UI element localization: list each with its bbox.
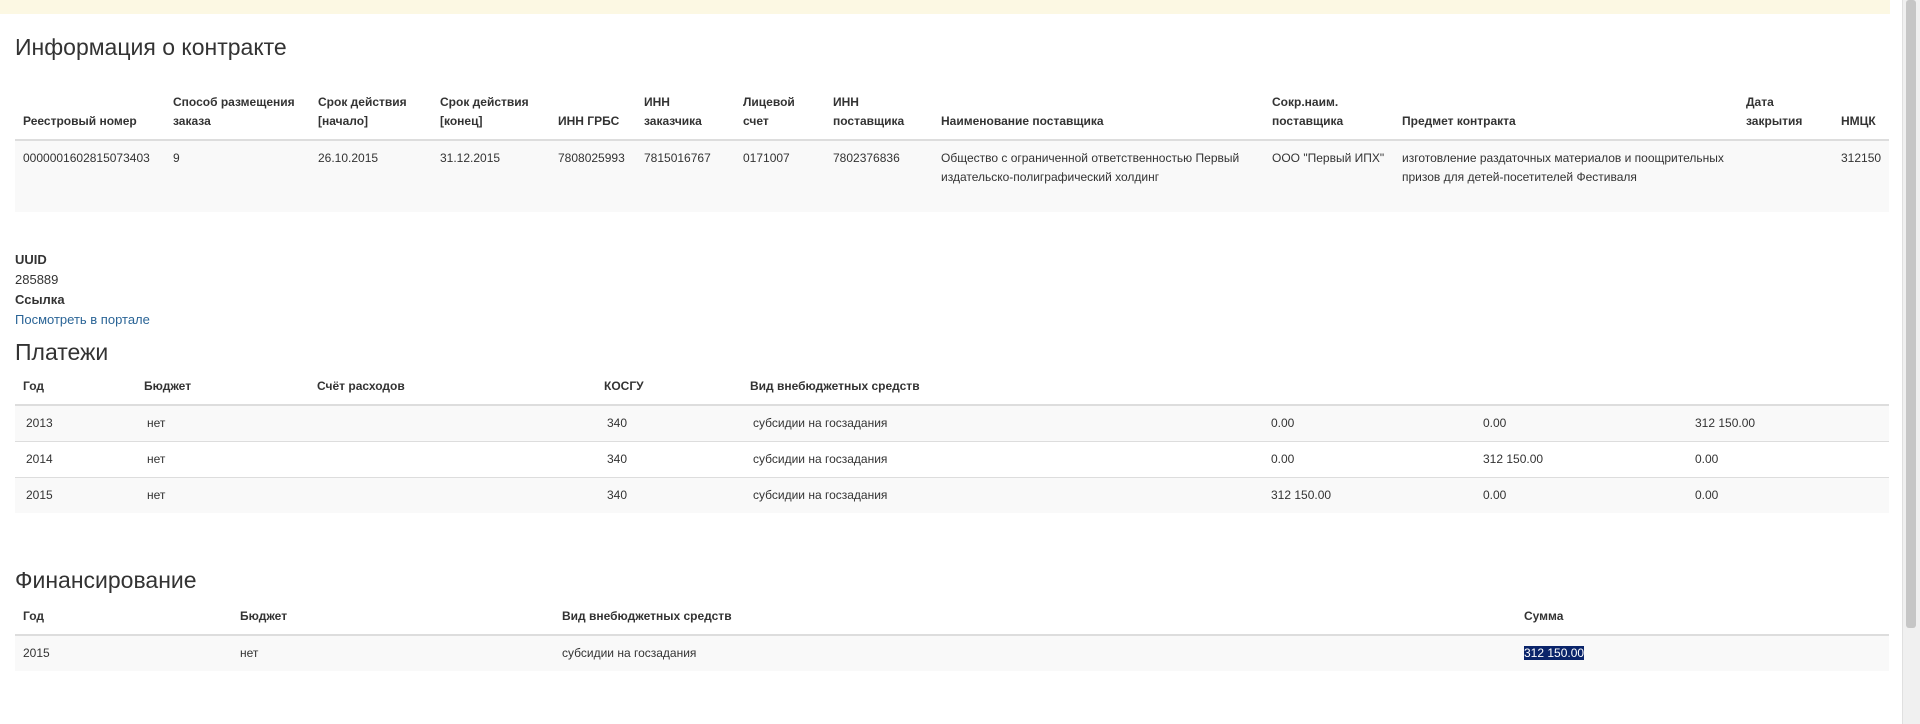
col-header-inn-grbs: ИНН ГРБС [550, 68, 636, 141]
financing-section-title: Финансирование [15, 567, 197, 593]
info-block: UUID 285889 Ссылка Посмотреть в портале [15, 250, 1889, 330]
cell-supplier-name: Общество с ограниченной ответственностью… [933, 140, 1264, 212]
payments-table-header-row: Год Бюджет Счёт расходов КОСГУ Вид внебю… [15, 375, 1889, 406]
cell-kosgu: 340 [596, 477, 742, 513]
col-header-supplier-short-name: Сокр.наим. поставщика [1264, 68, 1394, 141]
cell-expense-account [309, 404, 596, 442]
cell-supplier-inn: 7802376836 [825, 140, 933, 212]
cell-contract-subject: изготовление раздаточных материалов и по… [1394, 140, 1738, 212]
cell-budget: нет [136, 477, 309, 513]
cell-year: 2015 [15, 635, 232, 671]
col-header-supplier-name: Наименование поставщика [933, 68, 1264, 141]
col-header-budget: Бюджет [136, 375, 309, 406]
cell-amount-2: 0.00 [1472, 404, 1684, 442]
uuid-label: UUID [15, 252, 47, 267]
notice-bar [0, 0, 1890, 14]
cell-year: 2013 [15, 404, 136, 442]
payments-table: Год Бюджет Счёт расходов КОСГУ Вид внебю… [15, 375, 1889, 513]
cell-amount-3: 312 150.00 [1684, 404, 1889, 442]
table-row: 2013 нет 340 субсидии на госзадания 0.00… [15, 404, 1889, 442]
col-header-expense-account: Счёт расходов [309, 375, 596, 406]
cell-year: 2015 [15, 477, 136, 513]
cell-amount-3: 0.00 [1684, 477, 1889, 513]
main-content: Информация о контракте Реестровый номер … [15, 14, 1889, 671]
cell-inn-grbs: 7808025993 [550, 140, 636, 212]
col-header-amount-2 [1472, 375, 1684, 406]
cell-kosgu: 340 [596, 404, 742, 442]
col-header-placement-method: Способ размещения заказа [165, 68, 310, 141]
cell-customer-inn: 7815016767 [636, 140, 735, 212]
scrollbar-thumb[interactable] [1906, 0, 1916, 628]
cell-kosgu: 340 [596, 441, 742, 478]
cell-year: 2014 [15, 441, 136, 478]
cell-extrabudget-type: субсидии на госзадания [742, 477, 1260, 513]
cell-extrabudget-type: субсидии на госзадания [554, 635, 1516, 671]
cell-amount-3: 0.00 [1684, 441, 1889, 478]
col-header-extrabudget-type: Вид внебюджетных средств [742, 375, 1260, 406]
view-in-portal-link[interactable]: Посмотреть в портале [15, 310, 1889, 330]
link-label: Ссылка [15, 292, 65, 307]
col-header-sum: Сумма [1516, 603, 1889, 636]
selected-sum-text[interactable]: 312 150.00 [1524, 646, 1585, 660]
cell-account: 0171007 [735, 140, 825, 212]
contract-table: Реестровый номер Способ размещения заказ… [15, 68, 1889, 212]
contract-section-title: Информация о контракте [15, 34, 287, 60]
page: Информация о контракте Реестровый номер … [0, 0, 1920, 724]
cell-budget: нет [136, 404, 309, 442]
cell-amount-1: 0.00 [1260, 404, 1472, 442]
cell-supplier-short-name: ООО "Первый ИПХ" [1264, 140, 1394, 212]
table-row: 0000001602815073403 9 26.10.2015 31.12.2… [15, 140, 1889, 212]
cell-budget: нет [232, 635, 554, 671]
cell-nmck: 312150 [1833, 140, 1889, 212]
cell-sum: 312 150.00 [1516, 635, 1889, 671]
col-header-close-date: Дата закрытия [1738, 68, 1833, 141]
table-row: 2015 нет 340 субсидии на госзадания 312 … [15, 477, 1889, 513]
col-header-year: Год [15, 375, 136, 406]
cell-extrabudget-type: субсидии на госзадания [742, 404, 1260, 442]
col-header-start-date: Срок действия [начало] [310, 68, 432, 141]
col-header-extrabudget-type: Вид внебюджетных средств [554, 603, 1516, 636]
cell-budget: нет [136, 441, 309, 478]
cell-close-date [1738, 140, 1833, 212]
col-header-amount-1 [1260, 375, 1472, 406]
col-header-budget: Бюджет [232, 603, 554, 636]
table-row: 2015 нет субсидии на госзадания 312 150.… [15, 635, 1889, 671]
col-header-supplier-inn: ИНН поставщика [825, 68, 933, 141]
contract-table-header-row: Реестровый номер Способ размещения заказ… [15, 68, 1889, 141]
col-header-amount-3 [1684, 375, 1889, 406]
cell-end-date: 31.12.2015 [432, 140, 550, 212]
col-header-contract-subject: Предмет контракта [1394, 68, 1738, 141]
cell-start-date: 26.10.2015 [310, 140, 432, 212]
col-header-nmck: НМЦК [1833, 68, 1889, 141]
cell-expense-account [309, 441, 596, 478]
cell-extrabudget-type: субсидии на госзадания [742, 441, 1260, 478]
uuid-value: 285889 [15, 272, 59, 287]
col-header-year: Год [15, 603, 232, 636]
cell-amount-1: 0.00 [1260, 441, 1472, 478]
cell-amount-1: 312 150.00 [1260, 477, 1472, 513]
col-header-registry-number: Реестровый номер [15, 68, 165, 141]
payments-section-title: Платежи [15, 339, 109, 365]
col-header-end-date: Срок действия [конец] [432, 68, 550, 141]
financing-table: Год Бюджет Вид внебюджетных средств Сумм… [15, 603, 1889, 671]
table-row: 2014 нет 340 субсидии на госзадания 0.00… [15, 441, 1889, 478]
financing-table-header-row: Год Бюджет Вид внебюджетных средств Сумм… [15, 603, 1889, 636]
cell-registry-number: 0000001602815073403 [15, 140, 165, 212]
cell-placement-method: 9 [165, 140, 310, 212]
col-header-customer-inn: ИНН заказчика [636, 68, 735, 141]
col-header-account: Лицевой счет [735, 68, 825, 141]
cell-amount-2: 0.00 [1472, 477, 1684, 513]
cell-expense-account [309, 477, 596, 513]
cell-amount-2: 312 150.00 [1472, 441, 1684, 478]
col-header-kosgu: КОСГУ [596, 375, 742, 406]
vertical-scrollbar[interactable] [1902, 0, 1920, 724]
